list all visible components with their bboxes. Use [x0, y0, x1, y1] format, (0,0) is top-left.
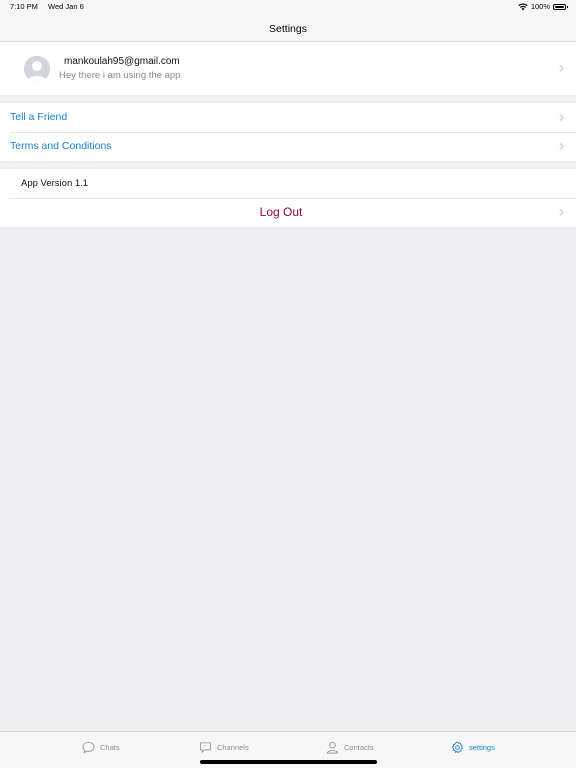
avatar-placeholder-icon [24, 56, 50, 82]
status-time: 7:10 PM [10, 2, 38, 11]
tell-a-friend-label: Tell a Friend [10, 111, 68, 123]
page-title: Settings [269, 23, 307, 35]
battery-icon [553, 4, 568, 10]
tab-contacts-label: Contacts [344, 742, 374, 752]
wifi-icon [518, 3, 528, 11]
svg-text:": " [205, 744, 207, 749]
profile-row[interactable]: mankoulah95@gmail.com Hey there i am usi… [0, 42, 576, 95]
tab-settings[interactable]: settings [451, 740, 495, 754]
info-section: App Version 1.1 Log Out [0, 169, 576, 227]
profile-email: mankoulah95@gmail.com [64, 56, 180, 67]
status-bar: 7:10 PM Wed Jan 6 100% [0, 0, 576, 14]
status-left: 7:10 PM Wed Jan 6 [10, 0, 92, 14]
avatar [24, 56, 50, 82]
chat-bubble-icon [82, 741, 95, 753]
logout-row[interactable]: Log Out [0, 198, 576, 227]
gear-icon [451, 741, 464, 753]
battery-percent: 100% [530, 2, 550, 11]
app-version-row: App Version 1.1 [0, 169, 576, 198]
tab-bar: Chats " Channels Contacts settings [0, 731, 576, 768]
tab-contacts[interactable]: Contacts [326, 740, 374, 754]
links-section: Tell a Friend Terms and Conditions [0, 103, 576, 161]
tab-settings-label: settings [469, 742, 495, 752]
chevron-right-icon [558, 114, 565, 121]
chevron-right-icon [558, 209, 565, 216]
terms-label: Terms and Conditions [10, 140, 112, 152]
tab-chats[interactable]: Chats [82, 740, 120, 754]
tab-chats-label: Chats [100, 742, 120, 752]
status-right: 100% [518, 0, 568, 14]
app-version-label: App Version 1.1 [21, 178, 89, 189]
settings-screen: 7:10 PM Wed Jan 6 100% Settings mankoula… [0, 0, 576, 768]
home-indicator[interactable] [200, 760, 377, 764]
logout-button[interactable]: Log Out [0, 205, 562, 219]
person-icon [326, 741, 339, 753]
tab-channels[interactable]: " Channels [199, 740, 249, 754]
channel-icon: " [199, 741, 212, 753]
profile-status: Hey there i am using the app [59, 70, 181, 81]
chevron-right-icon [558, 65, 565, 72]
terms-row[interactable]: Terms and Conditions [0, 132, 576, 161]
nav-bar: Settings [0, 14, 576, 42]
tell-a-friend-row[interactable]: Tell a Friend [0, 103, 576, 132]
chevron-right-icon [558, 143, 565, 150]
tab-channels-label: Channels [217, 742, 249, 752]
status-date: Wed Jan 6 [48, 2, 84, 11]
